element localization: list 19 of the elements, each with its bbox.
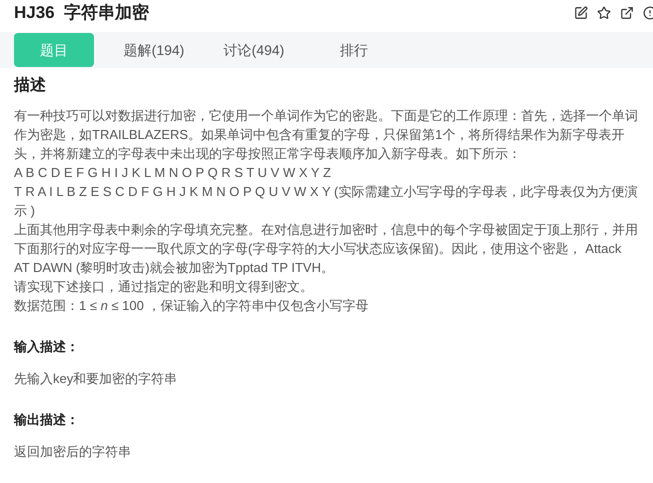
external-link-icon[interactable] xyxy=(620,6,634,20)
tab[interactable]: 题解(194) xyxy=(114,33,194,67)
edit-icon[interactable] xyxy=(574,6,588,20)
section-heading: 描述 xyxy=(14,76,47,96)
problem-title: HJ36 字符串加密 xyxy=(14,2,150,24)
description-text: 请实现下述接口，通过指定的密匙和明文得到密文。 xyxy=(14,278,314,296)
description-text: A B C D E F G H I J K L M N O P Q R S T U V W X Y Z xyxy=(14,164,332,182)
description-text: T R A I L B Z E S C D F G H J K M N O P Q U V W X Y (实际需建立小写字母的字母表，此字母表仅为方便演示 ) xyxy=(14,183,638,220)
tab[interactable]: 排行 xyxy=(314,33,394,67)
description-text: 数据范围：1 ≤ n ≤ 100 ，保证输入的字符串中仅包含小写字母 xyxy=(14,297,370,315)
description-text: 上面其他用字母表中剩余的字母填充完整。在对信息进行加密时，信息中的每个字母被固定于顶上那行，并用下面那行的对应字母一一取代原文的字母(字母字符的大小写状态应该保留)。因此，使用这个密匙， Attack AT DAWN (黎明时攻击)就会被加密为Tpptad TP ITVH。 xyxy=(14,221,639,277)
section-heading: 输入描述： xyxy=(14,338,80,356)
section-heading: 输出描述： xyxy=(14,411,80,429)
alert-icon[interactable] xyxy=(643,6,653,20)
section-text: 返回加密后的字符串 xyxy=(14,442,132,460)
tab[interactable]: 讨论(494) xyxy=(214,33,294,67)
section-text: 先输入key和要加密的字符串 xyxy=(14,370,178,388)
description-text: 有一种技巧可以对数据进行加密，它使用一个单词作为它的密匙。下面是它的工作原理：首先，选择一个单词作为密匙，如TRAILBLAZERS。如果单词中包含有重复的字母，只保留第1个，将所得结果作为新字母表开头，并将新建立的字母表中未出现的字母按照正常字母表顺序加入新字母表。如下所示： xyxy=(14,107,639,163)
star-icon[interactable] xyxy=(597,6,611,20)
